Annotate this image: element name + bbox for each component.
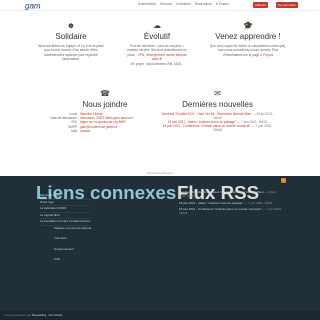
join-button[interactable]: Adhérez [253,2,269,8]
powered-by: Powered by Blogbot [146,171,174,175]
rss-item[interactable]: 18 juin 2021 - Conférence "Grande place … [179,207,284,216]
nav-item-follow[interactable]: Nous suivre [195,2,212,6]
nav-item-contribute[interactable]: Contribuer [176,2,191,6]
bottom-text: Contenu propulsé par [4,313,31,317]
news-item[interactable]: 18 juin 2021 - Conférence "Grande place … [160,124,275,132]
rss-item[interactable]: 18 juin 2021 - Atelier "Lisières mous du… [179,200,284,206]
login-button[interactable]: Se connecter [276,2,298,8]
graduation-cap-icon: 🎓 [243,21,253,30]
rss-item-date: — 7 juin 2021, 18h31 [244,200,273,205]
site-header: gam Événements Services Contribuer Nous … [0,0,320,11]
card-solidaire: ☻ Solidaire Nous travaillons en équipe, … [36,22,106,62]
contact-key: Mail [71,128,77,133]
cloud-upload-icon: ☁ [153,21,161,30]
rss-icon[interactable]: ∿ [281,178,286,183]
contact-table: Local Machine Liberté Liste de discussion… [50,112,160,133]
nav-item-services[interactable]: Services [160,2,172,6]
bottom-bar: Contenu propulsé par Dropadding · Dont P… [0,311,320,320]
card-title: Solidaire [55,32,87,41]
card-title: Venez apprendre ! [215,32,281,41]
footer-link[interactable]: Pasteur et la licence Décrite [40,226,91,237]
nav-item-events[interactable]: Événements [138,2,156,6]
news-list: Vendredi 30 juillet 2021 - Haut Ver Alt … [160,112,275,132]
related-links: Monsieur Apple Notre logo La fédération … [40,193,92,268]
users-icon: ☻ [66,21,76,30]
logo-text: gam [25,2,41,11]
card-text-main: Que vous soyez de métier ou simplement c… [209,44,287,57]
card-evolutif: ☁ Évolutif Plus de membres = plus de moy… [126,22,188,66]
rss-item-title[interactable]: 18 juin 2021 - Conférence "Grande place … [179,207,262,211]
card-text: Plus de membres = plus de moyens = meill… [126,44,188,66]
news-item[interactable]: Vendredi 30 juillet 2021 - Haut Ver Alt … [160,112,275,120]
about-link[interactable]: À Propos [260,53,273,57]
card-text: Nous travaillons en équipe, et il y a de… [38,44,104,62]
card-contact: ☎ Nous joindre Local Machine Liberté List… [50,90,160,133]
card-apprendre: 🎓 Venez apprendre ! Que vous soyez de mé… [208,22,288,57]
bottom-link[interactable]: Dont Panic [49,313,63,317]
services-link[interactable]: VPN, hébergement, accès internet sans fi… [138,53,187,61]
card-news: ✉ Dernières nouvelles Vendredi 30 juille… [160,89,275,133]
contact-value[interactable]: contact [80,129,160,133]
site-logo[interactable]: gam [24,1,48,11]
card-text: Que vous soyez de métier ou simplement c… [208,44,288,57]
rss-list: Vendredi 30 juillet 2021 - Haut Ver Alt … [179,190,284,219]
footer-link[interactable]: Yunohost [40,236,91,247]
footer-link[interactable]: Gouvernement [40,247,91,258]
rss-item[interactable]: Vendredi 30 juillet 2021 - Haut Ver Alt … [179,190,284,199]
card-title: Dernières nouvelles [182,100,253,109]
card-text-project: En projet : raccordement Wifi, ADSL. [131,61,183,66]
main-nav: Événements Services Contribuer Nous suiv… [138,2,229,6]
envelope-icon: ✉ [214,89,221,98]
card-title: Évolutif [143,32,171,41]
news-title[interactable]: 18 juin 2021 - Conférence "Grande place … [163,124,251,128]
rss-item-title[interactable]: 18 juin 2021 - Atelier "Lisières mous du… [179,201,243,205]
phone-icon: ☎ [100,89,110,98]
card-title: Nous joindre [82,100,128,109]
bottom-link[interactable]: Dropadding [32,313,46,317]
news-title[interactable]: Vendredi 30 juillet 2021 - Haut Ver Alt … [162,112,252,116]
nav-item-about[interactable]: À Propos [216,2,229,6]
footer-link[interactable]: Chill [40,257,91,268]
